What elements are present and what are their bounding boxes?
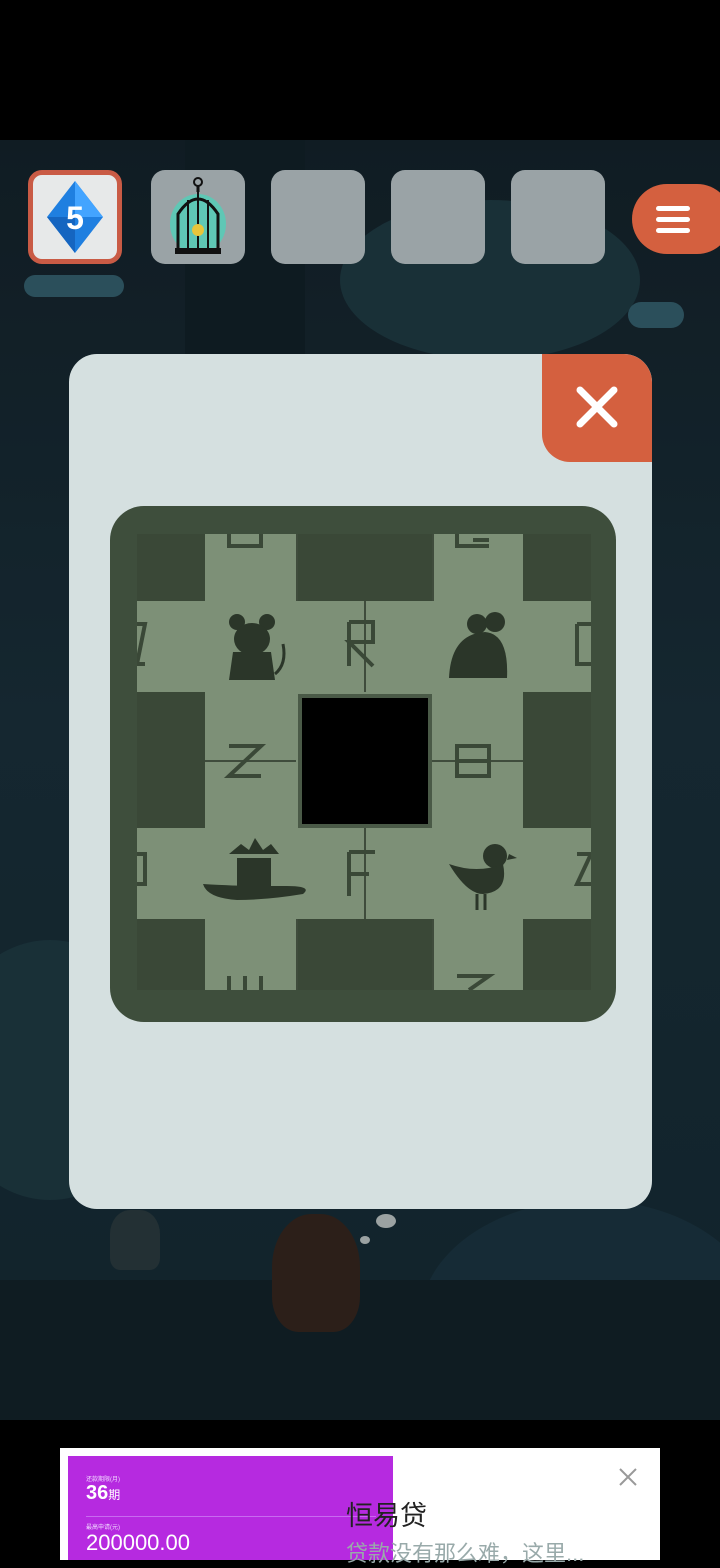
- menu-icon-line: [656, 217, 690, 222]
- close-icon: [576, 386, 618, 428]
- blue-diamond-5-icon: 5: [47, 181, 103, 253]
- ad-description[interactable]: 贷款没有那么难，这里...: [346, 1536, 584, 1568]
- inventory-slot-3[interactable]: [271, 170, 365, 264]
- ad-divider: [86, 1516, 376, 1517]
- menu-icon-line: [656, 228, 690, 233]
- inventory-slot-5[interactable]: [511, 170, 605, 264]
- ad-term-unit: 期: [108, 1488, 121, 1502]
- inventory-slot-4[interactable]: [391, 170, 485, 264]
- sliding-puzzle-frame: [110, 506, 616, 1022]
- ad-amount-value: 200000.00: [86, 1530, 190, 1555]
- sliding-puzzle-grid: [137, 534, 591, 990]
- ad-image[interactable]: 还款期限(月) 36期 最高申请(元) 200000.00: [68, 1456, 393, 1560]
- status-bar: [0, 0, 720, 140]
- ad-term-value: 36: [86, 1482, 109, 1504]
- puzzle-letters: [137, 534, 591, 990]
- close-button[interactable]: [542, 354, 652, 462]
- menu-button[interactable]: [632, 184, 720, 254]
- ad-title[interactable]: 恒易贷: [346, 1494, 427, 1533]
- ad-term: 36期: [86, 1482, 120, 1505]
- inventory-slot-2[interactable]: [151, 170, 245, 264]
- inventory-slot-1[interactable]: 5: [28, 170, 122, 264]
- ad-close-icon[interactable]: [616, 1465, 640, 1489]
- game-scene: 5: [0, 140, 720, 1420]
- puzzle-modal: [69, 354, 652, 1209]
- birdcage-icon: [170, 177, 226, 254]
- menu-icon: [656, 206, 690, 211]
- svg-text:5: 5: [66, 200, 84, 236]
